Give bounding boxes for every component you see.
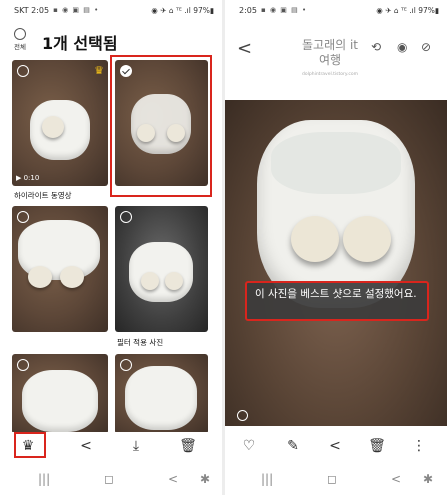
back-button[interactable]: < <box>168 472 178 486</box>
clock: 2:05 <box>239 5 257 15</box>
earbud <box>42 116 64 138</box>
video-duration: ▶ 0:10 <box>16 174 40 182</box>
recents-button[interactable]: ||| <box>261 472 273 486</box>
viewer-header: < 돌고래의 it 여행 dolphintravel.tistory.com ⟲… <box>225 22 447 100</box>
earbud <box>60 266 84 288</box>
toast-message: 이 사진을 베스트 샷으로 설정했어요. <box>245 281 429 321</box>
select-checkbox[interactable] <box>120 359 132 371</box>
select-checkbox[interactable] <box>17 211 29 223</box>
earbud-case <box>257 120 415 308</box>
motion-icon[interactable]: ⊘ <box>421 40 431 54</box>
back-button[interactable]: < <box>391 472 401 486</box>
earbud-case <box>125 366 197 430</box>
delete-icon[interactable]: 🗑 <box>367 438 387 454</box>
thumbnail-filter-photo[interactable] <box>115 206 208 332</box>
crown-icon: ♛ <box>94 64 104 77</box>
more-icon[interactable]: ⋮ <box>409 438 429 454</box>
select-checkbox[interactable] <box>17 65 29 77</box>
system-status: ◉ ✈ ⌂ ᵀᴱ .ıl 97%▮ <box>376 5 439 15</box>
eye-icon[interactable]: ◉ <box>397 40 407 54</box>
highlight-box <box>14 432 46 458</box>
notification-icons: ▪ ◉ ▣ ▤ • <box>260 6 308 14</box>
status-bar: SKT 2:05 ▪ ◉ ▣ ▤ • ◉ ✈ ⌂ ᵀᴱ .ıl 97%▮ <box>14 4 214 16</box>
earbud <box>291 216 339 262</box>
carrier: SKT <box>14 5 29 15</box>
thumbnail-photo[interactable] <box>115 354 208 434</box>
gallery-select-screen: SKT 2:05 ▪ ◉ ▣ ▤ • ◉ ✈ ⌂ ᵀᴱ .ıl 97%▮ 전체 … <box>0 0 222 495</box>
accessibility-icon[interactable]: ✱ <box>423 472 433 486</box>
recents-button[interactable]: ||| <box>38 472 50 486</box>
status-bar: 2:05 ▪ ◉ ▣ ▤ • ◉ ✈ ⌂ ᵀᴱ .ıl 97%▮ <box>239 4 439 16</box>
share-icon[interactable]: < <box>325 438 345 454</box>
thumbnail-photo[interactable] <box>12 206 108 332</box>
accessibility-icon[interactable]: ✱ <box>200 472 210 486</box>
system-navbar: ||| ◻ < ✱ <box>225 468 447 492</box>
earbud <box>165 272 183 290</box>
select-all-toggle[interactable]: 전체 <box>12 28 28 51</box>
earbud <box>28 266 52 288</box>
selection-count-title: 1개 선택됨 <box>42 34 118 53</box>
clock: 2:05 <box>31 5 50 15</box>
earbud <box>141 272 159 290</box>
notification-icons: ▪ ◉ ▣ ▤ • <box>53 6 100 14</box>
select-checkbox[interactable] <box>17 359 29 371</box>
home-button[interactable]: ◻ <box>104 472 114 486</box>
earbud-case <box>129 242 193 302</box>
watermark-title: 돌고래의 it 여행 <box>301 38 358 67</box>
thumbnail-highlight-video[interactable]: ♛ ▶ 0:10 <box>12 60 108 186</box>
earbud-case <box>22 370 98 432</box>
thumbnail-caption: 하이라이트 동영상 <box>14 191 72 200</box>
edit-icon[interactable]: ✎ <box>283 438 303 454</box>
thumbnail-photo[interactable] <box>12 354 108 434</box>
select-checkbox[interactable] <box>237 410 248 421</box>
select-all-label: 전체 <box>14 43 26 51</box>
earbud-case-lid <box>271 132 401 194</box>
heart-icon[interactable]: ♡ <box>239 438 259 454</box>
system-navbar: ||| ◻ < ✱ <box>0 468 222 492</box>
select-checkbox[interactable] <box>120 211 132 223</box>
earbud <box>343 216 391 262</box>
watermark-subtitle: dolphintravel.tistory.com <box>302 72 358 77</box>
thumbnail-caption: 필터 적용 사진 <box>117 338 164 347</box>
download-icon[interactable]: ⤓ <box>126 438 146 454</box>
photo-viewer-screen: 2:05 ▪ ◉ ▣ ▤ • ◉ ✈ ⌂ ᵀᴱ .ıl 97%▮ < 돌고래의 … <box>225 0 447 495</box>
system-status: ◉ ✈ ⌂ ᵀᴱ .ıl 97%▮ <box>151 5 214 15</box>
share-icon[interactable]: < <box>76 438 96 454</box>
select-all-checkbox[interactable] <box>14 28 26 40</box>
home-button[interactable]: ◻ <box>327 472 337 486</box>
highlight-box <box>110 55 212 197</box>
remaster-icon[interactable]: ⟲ <box>371 40 381 54</box>
bottom-toolbar: ♡ ✎ < 🗑 ⋮ <box>225 432 447 464</box>
back-icon[interactable]: < <box>237 38 252 59</box>
delete-icon[interactable]: 🗑 <box>178 438 198 454</box>
